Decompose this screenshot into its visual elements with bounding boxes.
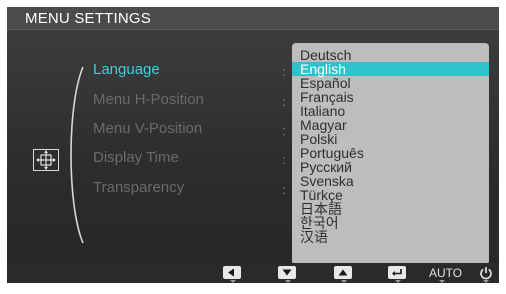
language-option-espanol[interactable]: Español xyxy=(300,76,351,90)
language-option-italiano[interactable]: Italiano xyxy=(300,104,345,118)
left-button[interactable] xyxy=(223,266,241,279)
language-option-polski[interactable]: Polski xyxy=(300,132,337,146)
menu-item-language[interactable]: Language xyxy=(93,61,160,78)
language-option-magyar[interactable]: Magyar xyxy=(300,118,347,132)
menu-item-display-time[interactable]: Display Time xyxy=(93,149,179,166)
language-option-portugues[interactable]: Português xyxy=(300,146,364,160)
language-option-deutsch[interactable]: Deutsch xyxy=(300,48,351,62)
up-button[interactable] xyxy=(334,266,352,279)
separator: : xyxy=(282,182,286,197)
separator: : xyxy=(282,123,286,138)
menu-item-menu-v-position[interactable]: Menu V-Position xyxy=(93,120,202,137)
language-option-russian[interactable]: Русский xyxy=(300,160,352,174)
language-dropdown[interactable]: Deutsch English Español Français Italian… xyxy=(292,43,489,265)
menu-item-menu-h-position[interactable]: Menu H-Position xyxy=(93,91,204,108)
menu-settings-icon[interactable] xyxy=(33,149,59,171)
language-option-japanese[interactable]: 日本語 xyxy=(300,202,342,216)
up-arrow-icon xyxy=(338,269,348,276)
enter-button[interactable] xyxy=(388,266,406,279)
language-option-chinese[interactable]: 汉语 xyxy=(300,230,328,244)
language-option-francais[interactable]: Français xyxy=(300,90,354,104)
down-button[interactable] xyxy=(278,266,296,279)
menu-title: MENU SETTINGS xyxy=(25,10,151,27)
power-icon[interactable] xyxy=(479,266,493,280)
left-arrow-icon xyxy=(228,268,234,277)
separator: : xyxy=(282,152,286,167)
separator: : xyxy=(282,64,286,79)
auto-button[interactable]: AUTO xyxy=(429,266,462,280)
osd-window: MENU SETTINGS Language Menu H-Position M… xyxy=(7,7,499,283)
language-option-turkce[interactable]: Türkçe xyxy=(300,188,343,202)
enter-icon xyxy=(392,269,402,276)
separator: : xyxy=(282,94,286,109)
language-option-english[interactable]: English xyxy=(292,62,489,76)
menu-item-transparency[interactable]: Transparency xyxy=(93,179,184,196)
language-option-svenska[interactable]: Svenska xyxy=(300,174,354,188)
language-option-korean[interactable]: 한국어 xyxy=(300,216,339,230)
title-bar: MENU SETTINGS xyxy=(7,7,499,30)
control-bar: AUTO xyxy=(7,263,499,283)
down-arrow-icon xyxy=(282,269,292,276)
